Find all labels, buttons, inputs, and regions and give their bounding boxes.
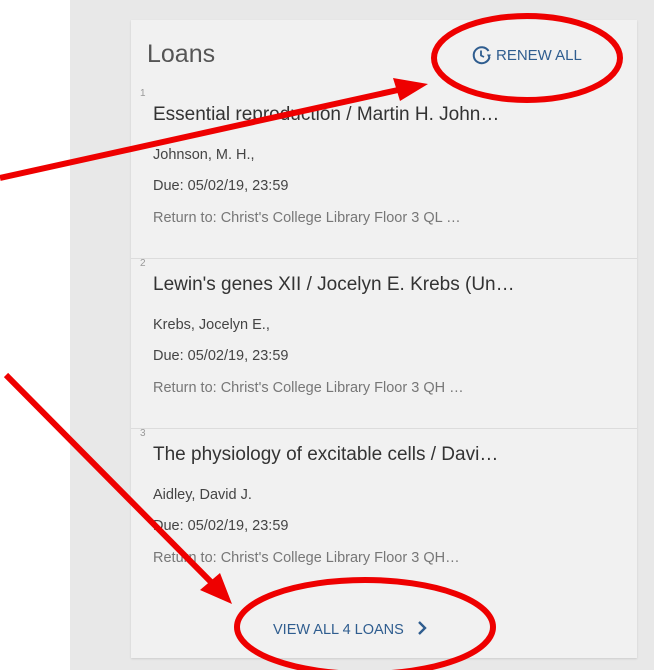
loan-item-due-date: Due: 05/02/19, 23:59: [153, 518, 289, 534]
loan-item-return-location: Return to: Christ's College Library Floo…: [153, 550, 460, 566]
loan-item: 3 The physiology of excitable cells / Da…: [131, 428, 637, 598]
loan-item-author: Krebs, Jocelyn E.,: [153, 317, 270, 333]
loan-item: 1 Essential reproduction / Martin H. Joh…: [131, 88, 637, 259]
loan-item: 2 Lewin's genes XII / Jocelyn E. Krebs (…: [131, 258, 637, 429]
renew-all-button[interactable]: RENEW ALL: [471, 44, 582, 66]
loan-item-title-link[interactable]: Essential reproduction / Martin H. John…: [153, 104, 625, 126]
view-all-loans-link[interactable]: VIEW ALL 4 LOANS: [273, 620, 428, 640]
renew-all-label: RENEW ALL: [496, 46, 582, 64]
loans-card-title: Loans: [147, 40, 216, 68]
loan-item-number: 2: [140, 258, 146, 269]
loan-item-number: 1: [140, 88, 146, 99]
loan-item-return-location: Return to: Christ's College Library Floo…: [153, 210, 461, 226]
renew-clock-icon: [471, 44, 493, 66]
loan-item-author: Johnson, M. H.,: [153, 147, 255, 163]
loan-item-author: Aidley, David J.: [153, 487, 252, 503]
chevron-right-icon: [416, 620, 428, 640]
loan-item-due-date: Due: 05/02/19, 23:59: [153, 178, 289, 194]
loans-card: Loans RENEW ALL 1 Essential reproduction…: [131, 20, 637, 658]
loan-item-return-location: Return to: Christ's College Library Floo…: [153, 380, 464, 396]
loan-item-due-date: Due: 05/02/19, 23:59: [153, 348, 289, 364]
loan-item-title-link[interactable]: Lewin's genes XII / Jocelyn E. Krebs (Un…: [153, 274, 625, 296]
screenshot-stage: Loans RENEW ALL 1 Essential reproduction…: [0, 0, 654, 670]
view-all-loans-label: VIEW ALL 4 LOANS: [273, 622, 404, 638]
loan-item-number: 3: [140, 428, 146, 439]
loan-item-title-link[interactable]: The physiology of excitable cells / Davi…: [153, 444, 625, 466]
